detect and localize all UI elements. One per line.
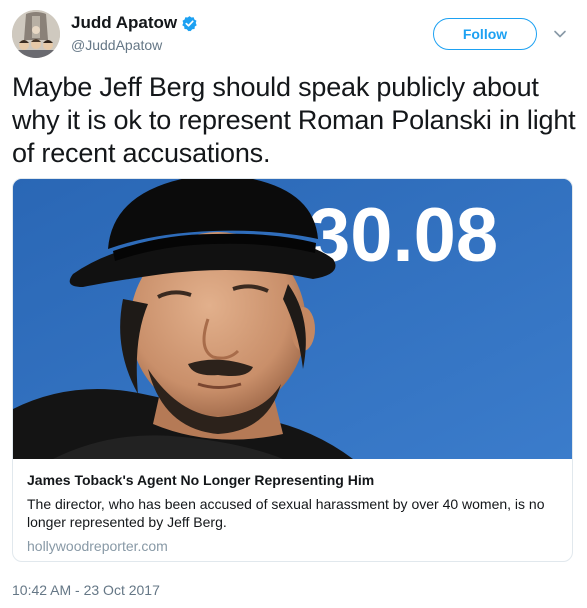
display-name[interactable]: Judd Apatow (71, 13, 177, 33)
avatar-image (12, 10, 60, 58)
link-card[interactable]: 30.08 James Toback's Agent No Longer Rep… (12, 178, 573, 562)
author-names: Judd Apatow @JuddApatow (71, 12, 198, 53)
handle[interactable]: @JuddApatow (71, 37, 198, 53)
tweet-text: Maybe Jeff Berg should speak publicly ab… (12, 72, 576, 168)
avatar[interactable] (12, 10, 60, 58)
card-body: James Toback's Agent No Longer Represent… (13, 459, 572, 555)
tweet-header: Judd Apatow @JuddApatow Follow (12, 10, 575, 60)
card-image: 30.08 (13, 179, 572, 459)
card-domain: hollywoodreporter.com (27, 538, 168, 554)
card-title: James Toback's Agent No Longer Represent… (27, 472, 375, 488)
verified-badge-icon (181, 15, 198, 32)
tweet-timestamp[interactable]: 10:42 AM - 23 Oct 2017 (12, 582, 160, 598)
card-description: The director, who has been accused of se… (27, 496, 545, 530)
chevron-down-icon[interactable] (553, 27, 567, 41)
display-name-row: Judd Apatow (71, 12, 198, 34)
follow-button[interactable]: Follow (433, 18, 537, 50)
card-image-text: 30.08 (308, 193, 498, 278)
